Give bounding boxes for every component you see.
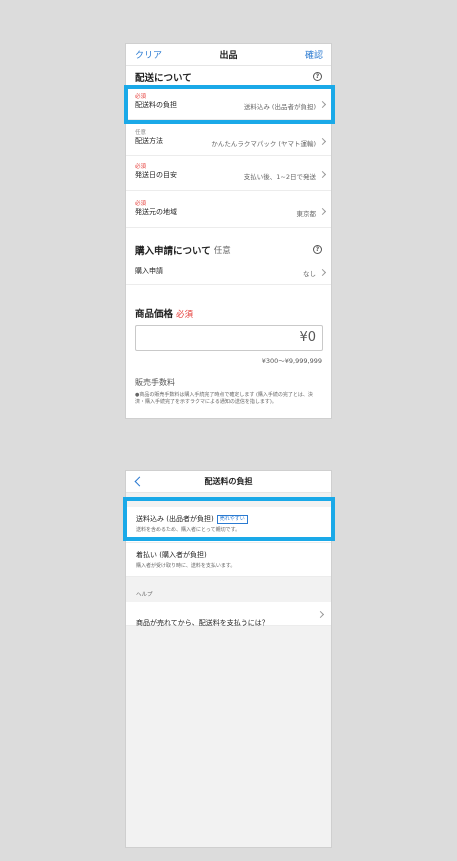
chevron-right-icon: [316, 610, 325, 619]
purchase-request-label: 購入申請: [135, 267, 163, 275]
back-chevron-icon[interactable]: [134, 476, 145, 487]
shipping-days-value: 支払い後、1~2日で発送: [243, 173, 316, 181]
help-icon[interactable]: ?: [313, 72, 322, 81]
shipping-region-row[interactable]: 必須 発送元の地域 東京都: [126, 191, 331, 228]
chevron-right-icon: [318, 137, 327, 146]
required-tag: 必須: [135, 201, 147, 207]
price-value: ¥0: [299, 330, 316, 345]
shipping-days-row[interactable]: 必須 発送日の目安 支払い後、1~2日で発送: [126, 156, 331, 191]
help-section-header: ヘルプ: [126, 577, 331, 602]
highlight-seller-pays-option: [123, 497, 335, 541]
shipping-region-label: 発送元の地域: [135, 208, 177, 216]
help-header: ヘルプ: [136, 592, 153, 598]
option-buyer-pays[interactable]: 着払い (購入者が負担) 購入者が受け取り時に、送料を支払います。: [126, 543, 331, 577]
option-description: 購入者が受け取り時に、送料を支払います。: [136, 563, 236, 569]
confirm-button[interactable]: 確認: [305, 48, 323, 61]
page-title: 配送料の負担: [204, 477, 253, 486]
optional-tag: 任意: [213, 246, 231, 256]
shipping-region-value: 東京都: [296, 210, 317, 218]
shipping-method-row[interactable]: 任意 配送方法 かんたんラクマパック (ヤマト運輸): [126, 120, 331, 156]
help-link-row[interactable]: 商品が売れてから、配送料を支払うには？: [126, 602, 331, 627]
price-title: 商品価格: [135, 309, 174, 320]
shipping-fee-nav-bar: 配送料の負担: [126, 471, 331, 493]
clear-button[interactable]: クリア: [135, 48, 162, 61]
chevron-right-icon: [318, 170, 327, 179]
shipping-method-value: かんたんラクマパック (ヤマト運輸): [211, 140, 316, 148]
section-gap: [126, 228, 331, 239]
optional-tag: 任意: [135, 130, 147, 136]
price-input[interactable]: ¥0: [135, 325, 323, 351]
empty-area: [126, 626, 331, 847]
purchase-request-row[interactable]: 購入申請 なし: [126, 261, 331, 285]
price-range: ¥300～¥9,999,999: [261, 357, 322, 365]
help-link-text: 商品が売れてから、配送料を支払うには？: [136, 619, 269, 627]
purchase-request-value: なし: [303, 270, 316, 278]
sales-fee-title: 販売手数料: [135, 378, 175, 387]
chevron-right-icon: [318, 207, 327, 216]
required-tag: 必須: [135, 164, 147, 170]
page-title: 出品: [219, 51, 238, 61]
help-icon[interactable]: ?: [313, 245, 322, 254]
purchase-section-header: 購入申請について 任意 ?: [126, 239, 331, 261]
price-section-header: 商品価格 必須: [126, 295, 331, 325]
purchase-section-title: 購入申請について: [135, 246, 211, 257]
chevron-right-icon: [318, 268, 327, 277]
listing-nav-bar: クリア 出品 確認: [126, 44, 331, 66]
option-title: 着払い (購入者が負担): [136, 551, 207, 559]
required-tag: 必須: [176, 310, 194, 320]
highlight-shipping-fee-row: [124, 85, 335, 124]
sales-fee-note: ●商品の販売手数料は購入手続完了時点で確定します (購入手続の完了とは、決済・購…: [135, 392, 313, 405]
shipping-section-title: 配送について: [135, 73, 192, 84]
